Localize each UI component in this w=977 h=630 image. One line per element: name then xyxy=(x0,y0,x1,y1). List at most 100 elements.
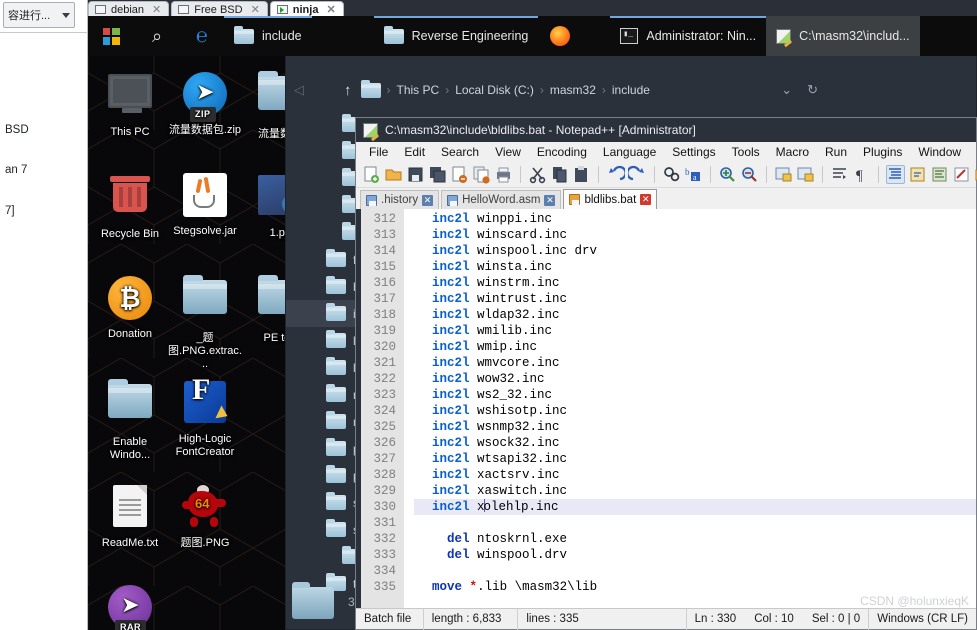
close-icon[interactable]: ✕ xyxy=(326,3,335,16)
desktop-icon-enable-windows-folder[interactable]: Enable Windo... xyxy=(92,378,168,462)
start-button[interactable] xyxy=(88,16,134,56)
vm-tab-debian[interactable]: debian ✕ xyxy=(88,1,170,17)
document-map-icon[interactable] xyxy=(930,165,949,184)
desktop-icon-donation[interactable]: ₿ Donation xyxy=(92,274,168,341)
desktop-icon-zip-1[interactable]: ➤ ZIP 流量数据包.zip xyxy=(167,70,243,137)
menu-view[interactable]: View xyxy=(488,143,528,161)
desktop-icon-fontcreator[interactable]: F High-Logic FontCreator xyxy=(167,375,243,459)
menu-language[interactable]: Language xyxy=(596,143,663,161)
breadcrumb-masm32[interactable]: masm32 xyxy=(550,83,596,97)
tab-bldlibs-bat[interactable]: bldlibs.bat ✕ xyxy=(563,189,658,209)
copy-icon[interactable] xyxy=(550,165,569,184)
menu-run[interactable]: Run xyxy=(818,143,854,161)
taskbar-item-notepadpp[interactable]: C:\masm32\includ... xyxy=(766,16,920,56)
menu-search[interactable]: Search xyxy=(434,143,486,161)
breadcrumb-this-pc[interactable]: This PC xyxy=(397,83,440,97)
code-line[interactable]: inc2l ws2_32.inc xyxy=(414,387,976,403)
refresh-icon[interactable]: ↻ xyxy=(807,82,818,98)
menu-macro[interactable]: Macro xyxy=(769,143,816,161)
find-icon[interactable] xyxy=(662,165,681,184)
close-icon[interactable]: ✕ xyxy=(152,3,161,16)
taskbar-item-administrator-console[interactable]: ▮_ Administrator: Nin... xyxy=(610,16,766,56)
replace-icon[interactable]: ba xyxy=(684,165,703,184)
code-line[interactable]: del winspool.drv xyxy=(414,547,976,563)
code-line[interactable]: inc2l wsock32.inc xyxy=(414,435,976,451)
desktop-icon-readme[interactable]: ReadMe.txt xyxy=(92,482,168,550)
menu-settings[interactable]: Settings xyxy=(665,143,722,161)
up-icon[interactable]: ↑ xyxy=(344,82,352,99)
close-all-icon[interactable] xyxy=(472,165,491,184)
desktop-icon-png-image[interactable]: 64 题图.PNG xyxy=(167,482,243,550)
desktop-icon-flag-rar[interactable]: ➤ RAR flag.rar xyxy=(92,583,168,630)
menu-window[interactable]: Window xyxy=(911,143,968,161)
code-line[interactable]: inc2l winsta.inc xyxy=(414,259,976,275)
paste-icon[interactable] xyxy=(572,165,591,184)
taskbar-firefox-button[interactable] xyxy=(538,16,582,56)
code-line[interactable]: inc2l xactsrv.inc xyxy=(414,467,976,483)
tab-history[interactable]: .history ✕ xyxy=(360,190,440,209)
desktop-icon-recycle-bin[interactable]: Recycle Bin xyxy=(92,171,168,241)
menu-encoding[interactable]: Encoding xyxy=(530,143,594,161)
code-line[interactable]: move *.lib \masm32\lib xyxy=(414,579,976,595)
save-icon[interactable] xyxy=(406,165,425,184)
taskbar-item-include[interactable]: include xyxy=(224,16,312,56)
close-icon[interactable]: ✕ xyxy=(544,194,556,206)
desktop-icon-stegsolve[interactable]: Stegsolve.jar xyxy=(167,171,243,238)
function-list-icon[interactable] xyxy=(952,165,971,184)
chevron-down-icon[interactable]: ⌄ xyxy=(781,82,792,98)
redo-icon[interactable] xyxy=(626,165,647,184)
new-file-icon[interactable] xyxy=(362,165,381,184)
vm-library-item-0[interactable]: BSD xyxy=(5,124,29,136)
open-file-icon[interactable] xyxy=(384,165,403,184)
vm-tab-freebsd[interactable]: Free BSD ✕ xyxy=(171,1,268,17)
zoom-in-icon[interactable] xyxy=(718,165,737,184)
vm-library-item-2[interactable]: 7] xyxy=(5,205,15,217)
sync-horizontal-scroll-icon[interactable] xyxy=(796,165,815,184)
close-icon[interactable]: ✕ xyxy=(640,194,652,205)
code-line[interactable]: inc2l xolehlp.inc xyxy=(414,499,976,515)
editor-text-area[interactable]: inc2l winppi.inc inc2l winscard.inc inc2… xyxy=(414,209,976,608)
code-line[interactable]: inc2l wshisotp.inc xyxy=(414,403,976,419)
notepadpp-window[interactable]: C:\masm32\include\bldlibs.bat - Notepad+… xyxy=(355,117,977,630)
code-line[interactable]: inc2l wldap32.inc xyxy=(414,307,976,323)
sync-vertical-scroll-icon[interactable] xyxy=(774,165,793,184)
code-line[interactable]: inc2l wsnmp32.inc xyxy=(414,419,976,435)
taskbar-edge-button[interactable]: ℮ xyxy=(180,16,224,56)
undo-icon[interactable] xyxy=(606,165,627,184)
code-line[interactable]: inc2l winstrm.inc xyxy=(414,275,976,291)
code-line[interactable]: inc2l xaswitch.inc xyxy=(414,483,976,499)
print-icon[interactable] xyxy=(494,165,513,184)
taskbar-item-reverse-engineering[interactable]: Reverse Engineering xyxy=(373,16,539,56)
code-line[interactable]: inc2l wtsapi32.inc xyxy=(414,451,976,467)
search-button[interactable]: ⌕ xyxy=(134,16,180,56)
code-line[interactable] xyxy=(414,515,976,531)
close-icon[interactable]: ✕ xyxy=(422,194,434,206)
code-line[interactable]: inc2l wintrust.inc xyxy=(414,291,976,307)
vmware-library-dropdown[interactable]: 容进行... xyxy=(3,2,75,28)
code-line[interactable]: inc2l wow32.inc xyxy=(414,371,976,387)
menu-help[interactable]: ? xyxy=(970,143,977,161)
menu-plugins[interactable]: Plugins xyxy=(856,143,909,161)
menu-edit[interactable]: Edit xyxy=(397,143,432,161)
breadcrumb-include[interactable]: include xyxy=(612,83,650,97)
user-defined-language-icon[interactable] xyxy=(908,165,927,184)
breadcrumb-local-disk[interactable]: Local Disk (C:) xyxy=(455,83,534,97)
vm-library-item-1[interactable]: an 7 xyxy=(5,164,27,176)
code-line[interactable]: inc2l wmvcore.inc xyxy=(414,355,976,371)
code-line[interactable]: inc2l winppi.inc xyxy=(414,211,976,227)
desktop-icon-this-pc[interactable]: This PC xyxy=(92,70,168,139)
cut-icon[interactable] xyxy=(528,165,547,184)
close-icon[interactable]: ✕ xyxy=(251,3,260,16)
show-all-chars-icon[interactable]: ¶ xyxy=(852,165,871,184)
indent-guide-icon[interactable] xyxy=(886,165,905,184)
vm-tab-ninja[interactable]: ninja ✕ xyxy=(269,1,344,17)
notepadpp-editor[interactable]: 312 313 314 315 316 317 318 319 320 321 322 323 324 3… xyxy=(356,209,976,608)
menu-file[interactable]: File xyxy=(362,143,395,161)
zoom-out-icon[interactable] xyxy=(740,165,759,184)
code-line[interactable]: inc2l winscard.inc xyxy=(414,227,976,243)
save-all-icon[interactable] xyxy=(428,165,447,184)
close-file-icon[interactable] xyxy=(450,165,469,184)
word-wrap-icon[interactable] xyxy=(830,165,849,184)
code-line[interactable]: del ntoskrnl.exe xyxy=(414,531,976,547)
code-line[interactable]: inc2l wmilib.inc xyxy=(414,323,976,339)
